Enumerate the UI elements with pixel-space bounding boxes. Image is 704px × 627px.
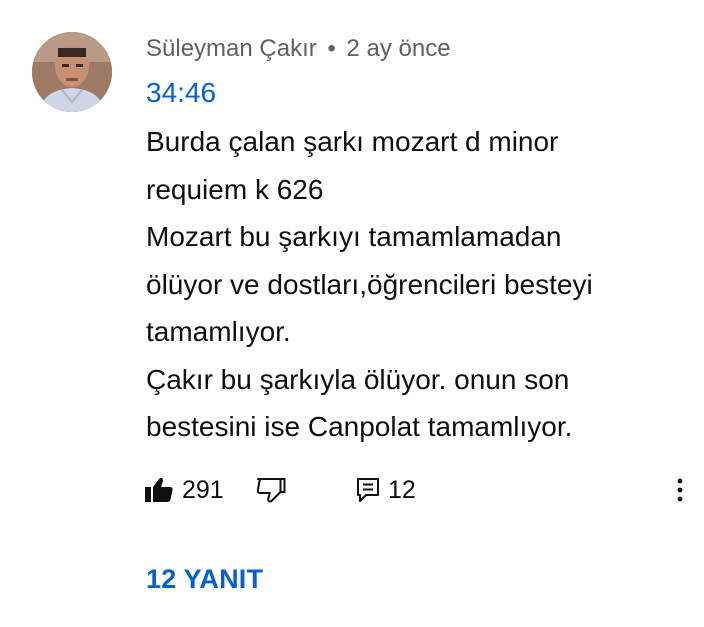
more-vert-icon bbox=[677, 477, 683, 503]
more-options-button[interactable] bbox=[668, 470, 692, 510]
avatar-image bbox=[32, 32, 112, 112]
comment-line: ölüyor ve dostları,öğrencileri besteyi bbox=[146, 268, 593, 300]
timestamp-link[interactable]: 34:46 bbox=[146, 76, 216, 110]
comment-actions: 291 12 bbox=[144, 470, 694, 510]
meta-separator: • bbox=[327, 35, 336, 62]
reply-button[interactable]: 12 bbox=[356, 470, 416, 510]
like-button[interactable]: 291 bbox=[144, 470, 224, 510]
author-name[interactable]: Süleyman Çakır bbox=[146, 35, 317, 62]
reply-icon bbox=[356, 477, 380, 503]
comment-meta: Süleyman Çakır • 2 ay önce bbox=[146, 34, 451, 64]
thumb-up-icon bbox=[144, 477, 174, 503]
view-replies-button[interactable]: 12 YANIT bbox=[146, 562, 263, 596]
comment-line: Çakır bu şarkıyla ölüyor. onun son bbox=[146, 363, 570, 395]
comment-card: Süleyman Çakır • 2 ay önce 34:46 Burda ç… bbox=[0, 0, 704, 627]
comment-line: Mozart bu şarkıyı tamamlamadan bbox=[146, 221, 562, 252]
comment-line: requiem k 626 bbox=[146, 173, 324, 205]
thumb-down-icon bbox=[256, 477, 286, 503]
comment-line: Burda çalan şarkı mozart d minor bbox=[146, 126, 559, 157]
like-count: 291 bbox=[182, 476, 224, 504]
comment-line: tamamlıyor. bbox=[146, 316, 291, 347]
reply-count: 12 bbox=[388, 476, 416, 504]
avatar[interactable] bbox=[32, 32, 112, 112]
comment-line: bestesini ise Canpolat tamamlıyor. bbox=[146, 411, 573, 442]
posted-time: 2 ay önce bbox=[346, 35, 451, 62]
dislike-button[interactable] bbox=[256, 470, 286, 510]
comment-text: Burda çalan şarkı mozart d minor requiem… bbox=[146, 118, 686, 451]
